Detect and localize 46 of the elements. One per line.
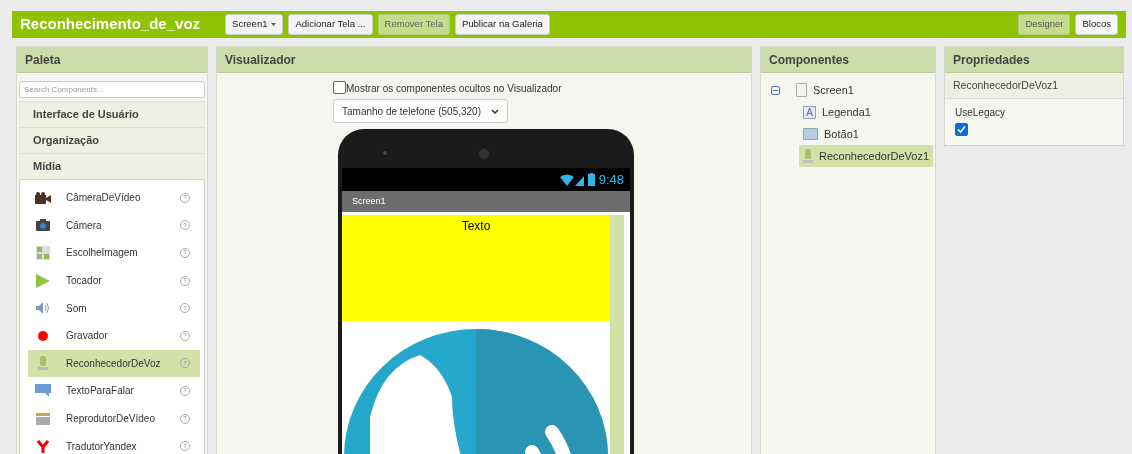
- video-camera-icon: [35, 191, 51, 204]
- category-header[interactable]: Organização: [19, 127, 205, 153]
- tree-item[interactable]: A Legenda1: [799, 101, 875, 123]
- screen-title-bar: Screen1: [342, 191, 630, 212]
- view-tab[interactable]: Blocos: [1075, 14, 1118, 35]
- property-label: UseLegacy: [955, 106, 1007, 120]
- speech-bubble-icon: [35, 384, 51, 398]
- search-field[interactable]: Search Components...: [19, 81, 205, 98]
- project-title: Reconhecimento_de_voz: [20, 14, 201, 35]
- view-tab[interactable]: Designer: [1018, 14, 1071, 35]
- panel-header: Propriedades: [945, 47, 1123, 73]
- panel-header: Componentes: [761, 47, 935, 73]
- record-dot-icon: [38, 330, 48, 341]
- label-text: Texto: [461, 218, 491, 235]
- panel-header: Paleta: [17, 47, 207, 73]
- toolbar-button[interactable]: Publicar na Galeria: [454, 14, 550, 35]
- microphone-icon: [38, 356, 48, 371]
- image-grid-icon: [36, 246, 50, 260]
- button-component-icon: [803, 128, 818, 140]
- caret-icon: [271, 23, 277, 26]
- speaker-icon: [36, 302, 50, 315]
- status-time: 9:48: [598, 170, 624, 189]
- collapse-icon[interactable]: [771, 85, 780, 95]
- category-header[interactable]: Mídia: [19, 153, 205, 179]
- screen-icon: [796, 83, 807, 97]
- play-icon: [36, 273, 50, 288]
- wifi-signal-icon: [559, 173, 584, 186]
- toolbar-button[interactable]: Adicionar Tela ...: [288, 14, 373, 35]
- y-logo-icon: [37, 439, 49, 453]
- battery-icon: [587, 173, 595, 186]
- microphone-icon: [803, 149, 813, 163]
- show-hidden-checkbox[interactable]: [333, 81, 346, 94]
- tree-item[interactable]: Botão1: [799, 123, 863, 145]
- chevron-down-icon: [491, 108, 499, 114]
- screen-dropdown[interactable]: Screen1: [225, 14, 284, 35]
- tree-item[interactable]: ReconhecedorDeVoz1: [799, 145, 934, 167]
- speaker-grille-icon: [479, 149, 489, 159]
- clapperboard-icon: [36, 412, 50, 426]
- checkbox-label: Mostrar os componentes ocultos no Visualizador: [346, 82, 562, 96]
- selected-component-name: ReconhecedorDeVoz1: [945, 73, 1123, 99]
- category-header[interactable]: Interface de Usuário: [19, 101, 205, 127]
- size-dropdown[interactable]: Tamanho de telefone (505,320): [333, 99, 508, 123]
- camera-icon: [36, 219, 50, 232]
- property-checkbox[interactable]: [955, 123, 968, 136]
- tree-item[interactable]: Screen1: [792, 79, 858, 101]
- panel-header: Visualizador: [217, 47, 751, 73]
